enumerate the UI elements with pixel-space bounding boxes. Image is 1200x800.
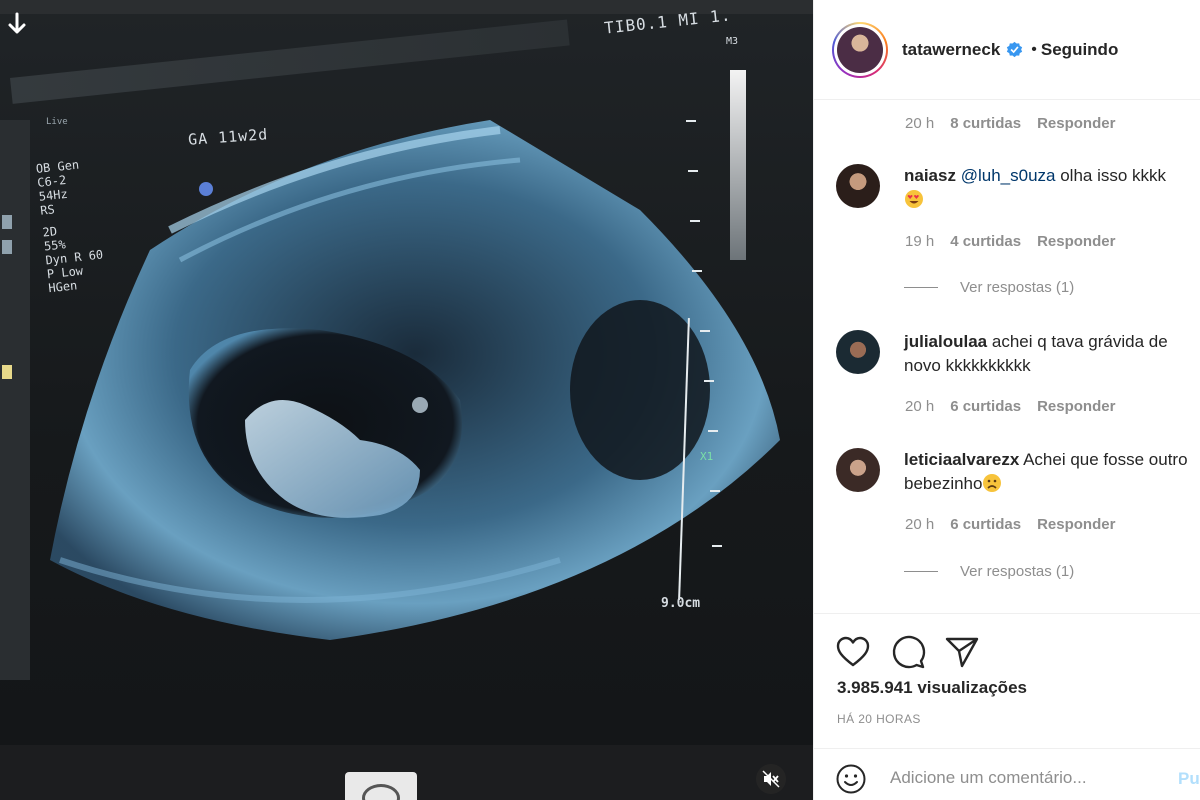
post-actions: 3.985.941 visualizações HÁ 20 HORAS xyxy=(814,613,1200,748)
smiley-icon[interactable] xyxy=(835,763,867,795)
comment-item: julialoulaa achei q tava grávida de novo… xyxy=(836,330,1196,378)
depth-tick xyxy=(700,330,710,332)
comment-meta: 20 h 6 curtidas Responder xyxy=(905,516,1115,533)
comment-time: 20 h xyxy=(905,115,935,132)
overlay-live: Live xyxy=(46,117,68,127)
comment-likes[interactable]: 8 curtidas xyxy=(950,115,1021,132)
separator-dot: • xyxy=(1031,40,1037,58)
heart-eyes-emoji-icon xyxy=(905,190,923,208)
fetal-marker-icon xyxy=(199,182,213,196)
commenter-username[interactable]: julialoulaa xyxy=(904,332,987,351)
comment-time: 19 h xyxy=(905,233,935,250)
comment-body: olha isso kkkk xyxy=(1055,166,1167,185)
author-username[interactable]: tatawerneck xyxy=(902,40,1000,60)
overlay-m3: M3 xyxy=(726,36,739,47)
comment-item: leticiaalvarezx Achei que fosse outro be… xyxy=(836,448,1196,496)
comment-time: 20 h xyxy=(905,516,935,533)
comment-meta: 20 h 6 curtidas Responder xyxy=(905,398,1115,415)
arrow-down-icon[interactable] xyxy=(6,10,28,40)
reply-button[interactable]: Responder xyxy=(1037,115,1115,132)
comment-text: julialoulaa achei q tava grávida de novo… xyxy=(904,330,1196,378)
heart-icon[interactable] xyxy=(835,634,871,670)
replies-divider-line xyxy=(904,287,938,288)
commenter-avatar[interactable] xyxy=(836,330,880,374)
depth-tick xyxy=(704,380,714,382)
comment-input[interactable] xyxy=(890,763,1160,793)
publish-button[interactable]: Pu xyxy=(1178,769,1200,789)
depth-tick xyxy=(686,120,696,122)
reply-button[interactable]: Responder xyxy=(1037,233,1115,250)
depth-tick xyxy=(688,170,698,172)
comment-text: leticiaalvarezx Achei que fosse outro be… xyxy=(904,448,1196,496)
comment-item: naiasz @luh_s0uza olha isso kkkk xyxy=(836,164,1196,212)
view-replies-button[interactable]: Ver respostas (1) xyxy=(904,563,1074,580)
author-avatar[interactable] xyxy=(832,21,888,78)
view-replies-label: Ver respostas (1) xyxy=(960,563,1075,580)
depth-tick xyxy=(710,490,720,492)
overlay-settings: OB Gen C6-2 54Hz RS 2D 55% Dyn R 60 P Lo… xyxy=(35,155,119,295)
avatar-photo xyxy=(837,26,883,73)
avatar-border xyxy=(834,23,886,76)
speaker-muted-icon xyxy=(762,770,780,788)
mute-button[interactable] xyxy=(756,764,786,794)
overlay-depth: 9.0cm xyxy=(661,596,701,611)
add-comment-bar: Pu xyxy=(814,748,1200,800)
comment-text: naiasz @luh_s0uza olha isso kkkk xyxy=(904,164,1196,212)
commenter-avatar[interactable] xyxy=(836,448,880,492)
verified-badge-icon xyxy=(1007,41,1023,58)
commenter-username[interactable]: leticiaalvarezx xyxy=(904,450,1019,469)
post-time-ago[interactable]: HÁ 20 HORAS xyxy=(837,712,921,726)
comment-bubble-icon[interactable] xyxy=(890,634,926,670)
depth-tick xyxy=(690,220,700,222)
depth-tick xyxy=(712,545,722,547)
commenter-avatar[interactable] xyxy=(836,164,880,208)
replies-divider-line xyxy=(904,571,938,572)
overlay-x1: X1 xyxy=(700,450,714,463)
comment-likes[interactable]: 4 curtidas xyxy=(950,233,1021,250)
comment-time: 20 h xyxy=(905,398,935,415)
following-button[interactable]: Seguindo xyxy=(1041,40,1118,60)
post-header: tatawerneck • Seguindo xyxy=(814,0,1200,100)
view-replies-button[interactable]: Ver respostas (1) xyxy=(904,279,1074,296)
ultrasound-image xyxy=(50,120,780,640)
depth-tick xyxy=(692,270,702,272)
commenter-username[interactable]: naiasz xyxy=(904,166,956,185)
comment-likes[interactable]: 6 curtidas xyxy=(950,516,1021,533)
comment-meta: 20 h 8 curtidas Responder xyxy=(905,115,1115,132)
post-media[interactable]: TIB0.1 MI 1. M3 Live GA 11w2d OB Gen C6-… xyxy=(0,0,813,800)
paper-plane-icon[interactable] xyxy=(944,634,980,670)
reply-button[interactable]: Responder xyxy=(1037,516,1115,533)
comment-meta: 19 h 4 curtidas Responder xyxy=(905,233,1115,250)
post-sidebar: tatawerneck • Seguindo 20 h 8 curtidas R… xyxy=(813,0,1200,800)
reply-button[interactable]: Responder xyxy=(1037,398,1115,415)
ultrasound-monitor: TIB0.1 MI 1. M3 Live GA 11w2d OB Gen C6-… xyxy=(0,0,813,745)
comment-likes[interactable]: 6 curtidas xyxy=(950,398,1021,415)
mention-link[interactable]: @luh_s0uza xyxy=(961,166,1056,185)
sad-face-emoji-icon xyxy=(983,474,1002,492)
views-count[interactable]: 3.985.941 visualizações xyxy=(837,678,1027,698)
grayscale-bar xyxy=(730,70,746,260)
view-replies-label: Ver respostas (1) xyxy=(960,279,1075,296)
depth-tick xyxy=(708,430,718,432)
